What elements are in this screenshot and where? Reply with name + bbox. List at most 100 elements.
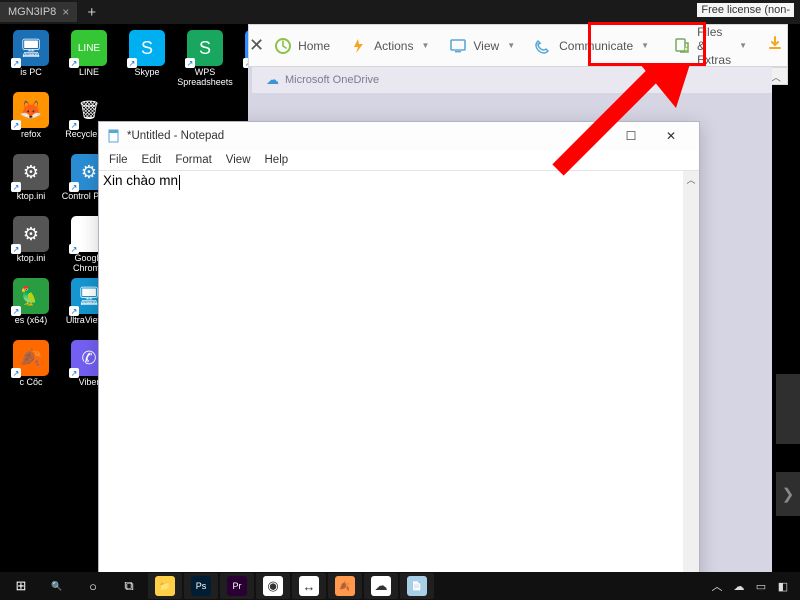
tray-onedrive-icon[interactable]: ☁ [732,579,746,593]
explorer-icon: 📁 [155,576,175,596]
taskbar-chrome-button[interactable]: ◉ [256,573,290,599]
browser-tabbar: MGN3IP8 × + Free license (non- [0,0,800,24]
home-button[interactable]: Home [264,25,340,66]
maximize-button[interactable]: ☐ [611,123,651,149]
taskbar: ⊞ 🔍 ○ ⧉ 📁 PsPr ◉ ↔ 🍂 ☁ 📄 ︿ ☁ ▭ ◧ [0,572,800,600]
taskbar-coccoc-button[interactable]: 🍂 [328,573,362,599]
chrome-icon: ◉ [263,576,283,596]
shortcut-arrow-icon: ↗ [69,306,79,316]
cortana-icon: ○ [83,576,103,596]
chevron-down-icon: ▼ [739,41,747,50]
notepad-icon: 📄 [407,576,427,596]
taskbar-pr-button[interactable]: Pr [220,573,254,599]
desktop-icon-wps-spreadsheets[interactable]: S↗WPS Spreadsheets [176,28,234,90]
minimize-button[interactable]: — [571,123,611,149]
toolbar-close-button[interactable]: ✕ [249,35,264,56]
desktop-icon-label: c Cốc [19,378,42,388]
menu-view[interactable]: View [220,153,257,167]
desktop-icon-label: refox [21,130,41,140]
taskbar-onedrive-button[interactable]: ☁ [364,573,398,599]
onedrive-label: Microsoft OneDrive [285,74,379,86]
coccoc-icon: 🍂 [335,576,355,596]
is-pc-icon: 🖥↗ [13,30,49,66]
desktop-icon-line[interactable]: LINE↗ LINE [60,28,118,90]
onedrive-window-title[interactable]: ☁ Microsoft OneDrive [252,67,772,93]
shortcut-arrow-icon: ↗ [69,182,79,192]
tab-close-icon[interactable]: × [62,5,69,19]
search-icon: 🔍 [47,576,67,596]
shortcut-arrow-icon: ↗ [185,58,195,68]
shortcut-arrow-icon: ↗ [11,120,21,130]
desktop-icon-label: LINE [79,68,99,78]
chevron-down-icon: ▼ [507,41,515,50]
files-extras-button[interactable]: Files & Extras ▼ [659,25,761,66]
home-label: Home [298,39,330,53]
desktop-icon-es-(x64)[interactable]: 🦜↗ es (x64) [2,276,60,338]
tab-remote-session[interactable]: MGN3IP8 × [0,2,77,22]
shortcut-arrow-icon: ↗ [127,58,137,68]
system-tray: ︿ ☁ ▭ ◧ [710,579,796,593]
license-label: Free license (non- [697,3,794,17]
tray-app-icon[interactable]: ◧ [776,579,790,593]
taskbar-notepad-button[interactable]: 📄 [400,573,434,599]
es-(x64)-icon: 🦜↗ [13,278,49,314]
desktop-icon-skype[interactable]: S↗Skype [118,28,176,90]
home-icon [274,37,292,55]
notepad-titlebar[interactable]: *Untitled - Notepad — ☐ ✕ [99,122,699,150]
desktop-icon-c-cốc[interactable]: 🍂↗c Cốc [2,338,60,400]
tab-title: MGN3IP8 [8,6,56,18]
shortcut-arrow-icon: ↗ [11,368,21,378]
taskbar-search-button[interactable]: 🔍 [40,573,74,599]
shortcut-arrow-icon: ↗ [11,182,21,192]
taskbar-ps-button[interactable]: Ps [184,573,218,599]
files-extras-label: Files & Extras [697,25,731,67]
tray-battery-icon[interactable]: ▭ [754,579,768,593]
communicate-button[interactable]: Communicate ▼ [525,25,659,66]
files-icon [673,37,691,55]
actions-button[interactable]: Actions ▼ [340,25,439,66]
desktop-icon-ktop.ini[interactable]: ⚙↗ktop.ini [2,152,60,214]
taskbar-cortana-button[interactable]: ○ [76,573,110,599]
desktop-icon-label: WPS Spreadsheets [177,68,233,88]
ktop.ini-icon: ⚙↗ [13,216,49,252]
desktop-icon-is-pc[interactable]: 🖥↗is PC [2,28,60,90]
notepad-window: *Untitled - Notepad — ☐ ✕ File Edit Form… [98,121,700,600]
menu-format[interactable]: Format [169,153,217,167]
desktop-icon-label: es (x64) [15,316,48,326]
view-button[interactable]: View ▼ [439,25,525,66]
download-icon[interactable] [761,35,789,56]
actions-label: Actions [374,39,413,53]
ktop.ini-icon: ⚙↗ [13,154,49,190]
notepad-title-text: *Untitled - Notepad [127,130,224,142]
text-cursor [179,175,180,190]
shortcut-arrow-icon: ↗ [11,58,21,68]
notepad-text-area[interactable]: Xin chào mn ︿ ﹀ [99,170,699,600]
desktop-icon-ktop.ini[interactable]: ⚙↗ktop.ini [2,214,60,276]
shortcut-arrow-icon: ↗ [69,368,79,378]
cloud-icon: ☁ [266,72,279,88]
taskbar-start-button[interactable]: ⊞ [4,573,38,599]
line-icon: LINE↗ [71,30,107,66]
menu-edit[interactable]: Edit [136,153,168,167]
menu-file[interactable]: File [103,153,134,167]
chevron-down-icon: ▼ [641,41,649,50]
new-tab-button[interactable]: + [77,4,106,21]
tray-chevron-icon[interactable]: ︿ [710,579,724,593]
scroll-up-icon[interactable]: ︿ [683,171,699,187]
onedrive-icon: ☁ [371,576,391,596]
remote-control-toolbar: ✕ Home Actions ▼ View ▼ Communicate ▼ [248,24,788,67]
shortcut-arrow-icon: ↗ [69,58,79,68]
expand-panel-icon[interactable]: ❯ [776,472,800,516]
shortcut-arrow-icon: ↗ [69,244,79,254]
taskbar-teamviewer-button[interactable]: ↔ [292,573,326,599]
dock-panel[interactable] [776,374,800,444]
vertical-scrollbar[interactable]: ︿ ﹀ [683,171,699,600]
view-label: View [473,39,499,53]
close-button[interactable]: ✕ [651,123,691,149]
teamviewer-icon: ↔ [299,576,319,596]
desktop-icon-refox[interactable]: 🦊↗refox [2,90,60,152]
wps-spreadsheets-icon: S↗ [187,30,223,66]
menu-help[interactable]: Help [259,153,295,167]
taskbar-explorer-button[interactable]: 📁 [148,573,182,599]
taskbar-taskview-button[interactable]: ⧉ [112,573,146,599]
